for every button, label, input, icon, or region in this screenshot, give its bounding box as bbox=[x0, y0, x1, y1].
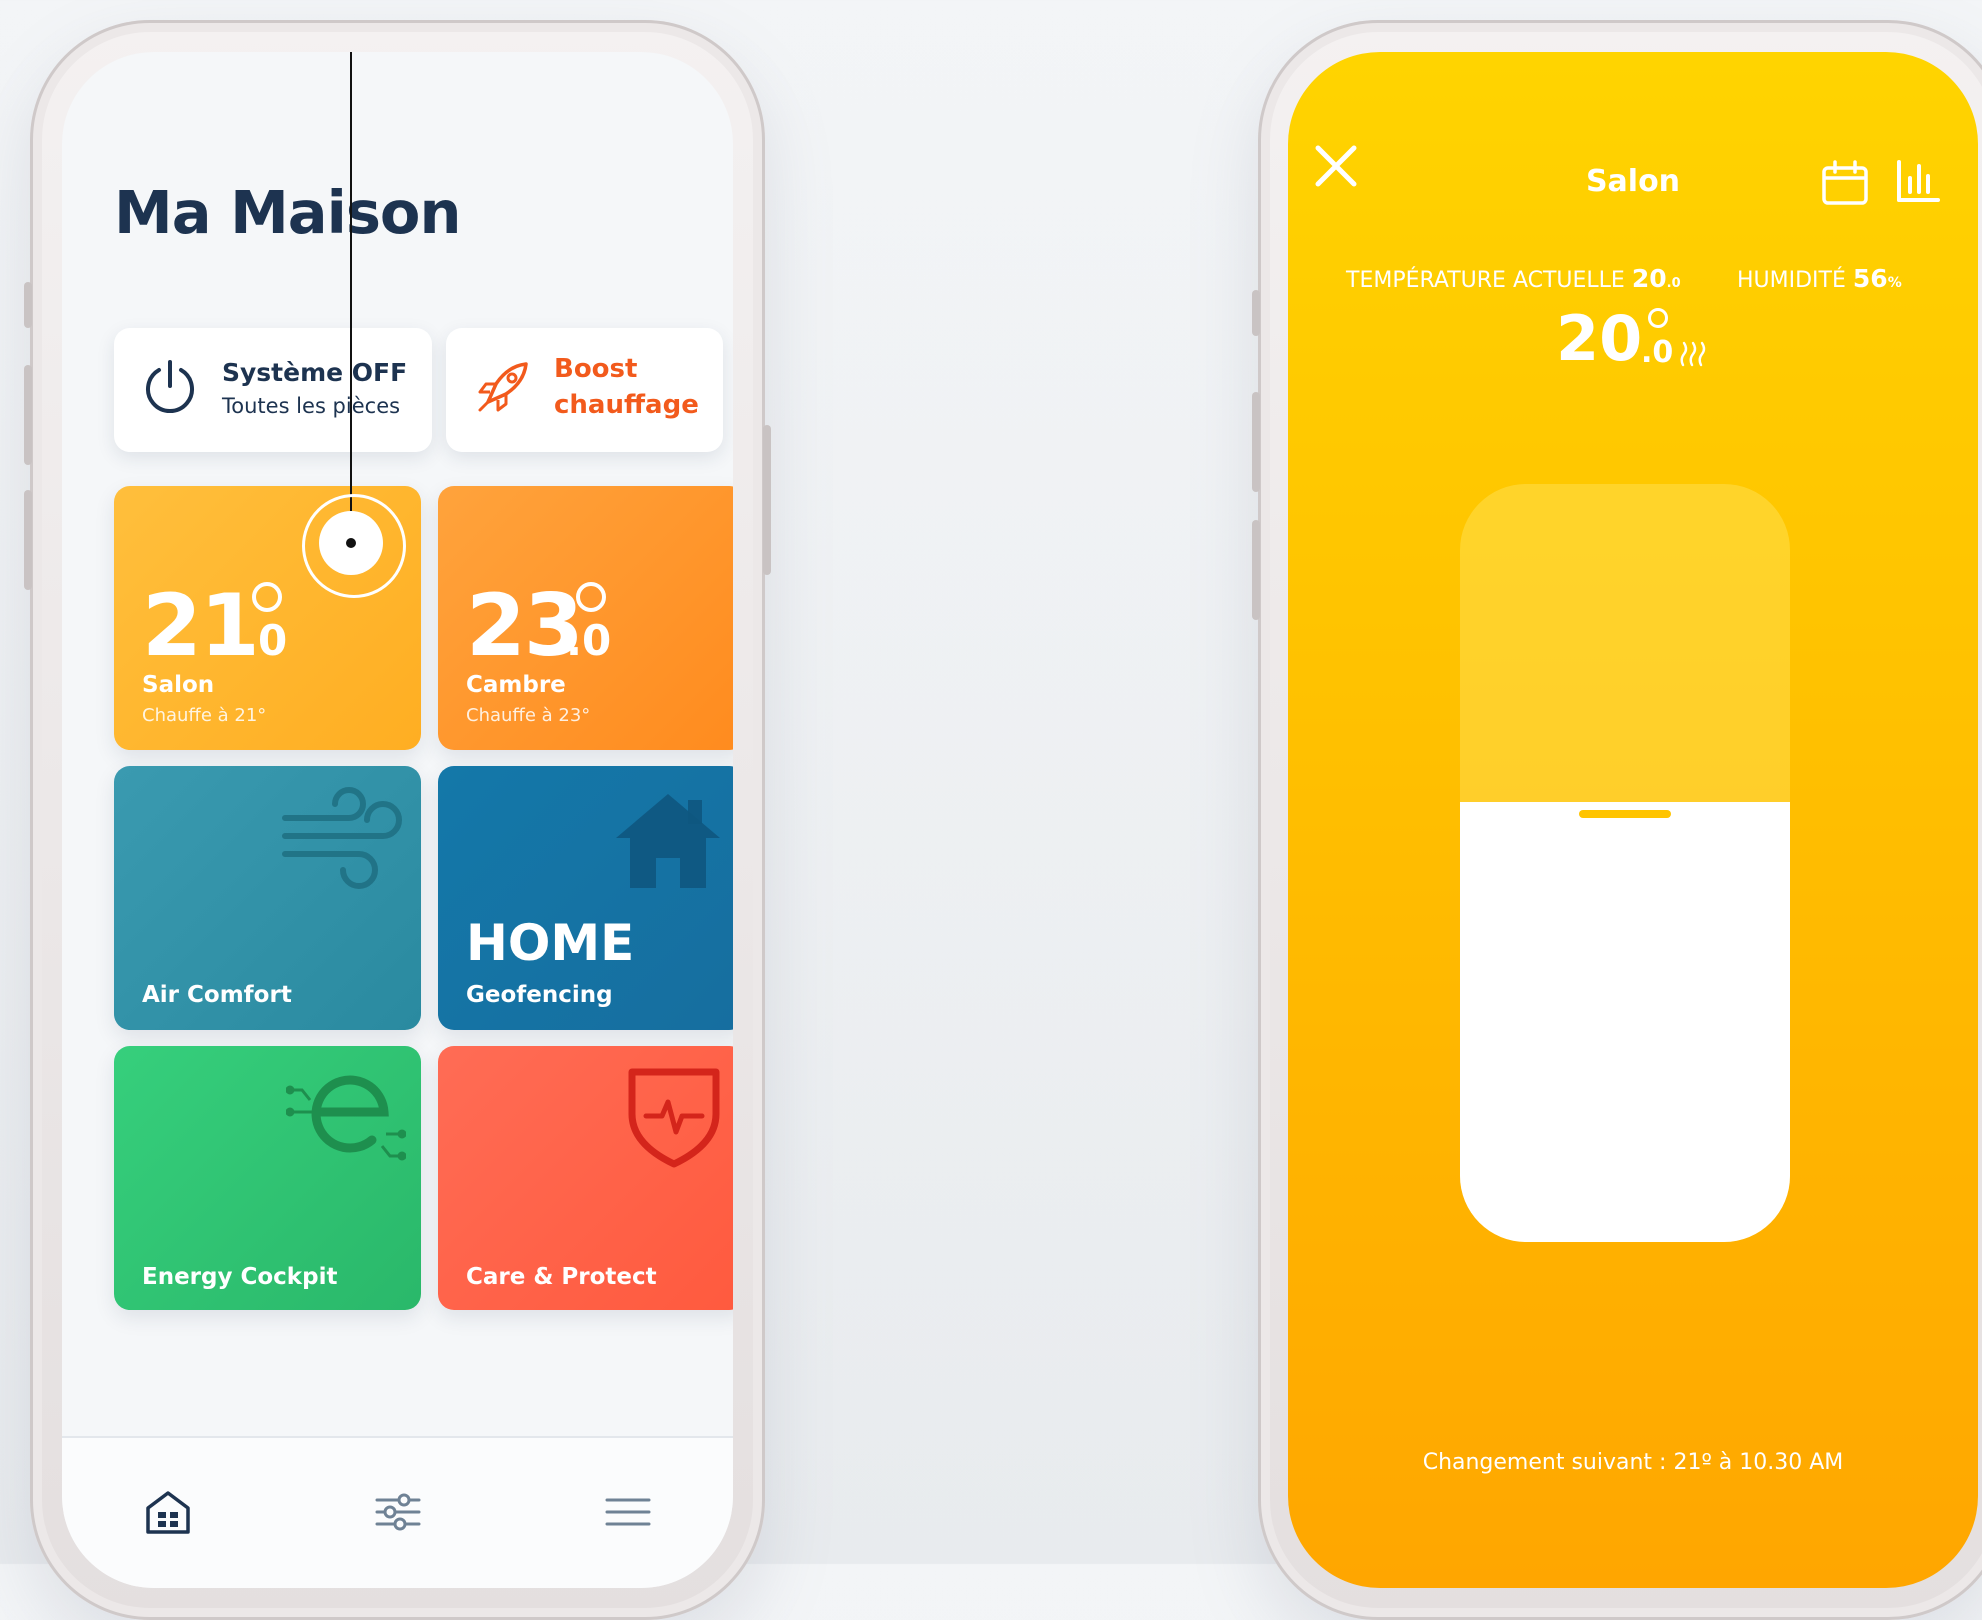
heating-icon bbox=[1680, 341, 1706, 367]
volume-up-button bbox=[1252, 392, 1260, 492]
air-comfort-tile[interactable]: Air Comfort bbox=[114, 766, 421, 1030]
current-temperature-value: 20 bbox=[1631, 264, 1667, 293]
calendar-icon[interactable] bbox=[1821, 160, 1869, 206]
system-subtitle: Toutes les pièces bbox=[222, 394, 401, 418]
slider-handle[interactable] bbox=[1579, 810, 1671, 818]
feature-name: Air Comfort bbox=[142, 982, 292, 1008]
room-temperature-decimal: .0 bbox=[566, 616, 612, 665]
mute-switch bbox=[1252, 290, 1260, 336]
room-detail-screen: Salon TEMPÉRATURE ACTUELLE 20.0 HUMIDITÉ… bbox=[1288, 52, 1978, 1588]
power-icon bbox=[146, 360, 194, 414]
room-status: Chauffe à 23° bbox=[466, 705, 591, 726]
slider-fill bbox=[1460, 802, 1790, 1242]
feature-name: Geofencing bbox=[466, 982, 613, 1008]
home-screen: Ma Maison Système OFF Toutes les pièces … bbox=[62, 52, 733, 1588]
mute-switch bbox=[24, 282, 32, 328]
energy-cockpit-tile[interactable]: Energy Cockpit bbox=[114, 1046, 421, 1310]
room-title: Salon bbox=[1585, 164, 1681, 199]
setpoint-temperature: 20 bbox=[1556, 302, 1643, 375]
system-off-button[interactable]: Système OFF Toutes les pièces bbox=[114, 328, 432, 452]
house-icon bbox=[616, 794, 720, 888]
humidity-value: 56 bbox=[1852, 264, 1888, 293]
energy-e-icon bbox=[286, 1075, 406, 1161]
room-tile-cambre[interactable]: 23 .0 Cambre Chauffe à 23° bbox=[438, 486, 733, 750]
rocket-icon bbox=[478, 362, 528, 412]
home-grid-icon[interactable] bbox=[144, 1488, 192, 1536]
tab-bar bbox=[62, 1436, 733, 1588]
degree-symbol bbox=[1648, 308, 1668, 328]
feature-name: Care & Protect bbox=[466, 1264, 657, 1290]
geofencing-state: HOME bbox=[466, 914, 635, 972]
feature-name: Energy Cockpit bbox=[142, 1264, 338, 1290]
room-name: Salon bbox=[142, 672, 215, 698]
volume-down-button bbox=[1252, 520, 1260, 620]
room-temperature: 23 bbox=[466, 576, 584, 676]
care-protect-tile[interactable]: Care & Protect bbox=[438, 1046, 733, 1310]
geofencing-tile[interactable]: HOME Geofencing bbox=[438, 766, 733, 1030]
system-title: Système OFF bbox=[222, 358, 408, 387]
phone-room-detail: Salon TEMPÉRATURE ACTUELLE 20.0 HUMIDITÉ… bbox=[1252, 20, 1982, 1620]
power-side-button bbox=[763, 425, 771, 575]
room-temperature-decimal: .0 bbox=[242, 616, 288, 665]
current-temperature-label: TEMPÉRATURE ACTUELLE bbox=[1346, 268, 1625, 293]
current-temperature-decimal: .0 bbox=[1666, 276, 1681, 291]
degree-symbol bbox=[252, 582, 282, 612]
room-status: Chauffe à 21° bbox=[142, 705, 267, 726]
setpoint-decimal: .0 bbox=[1641, 335, 1674, 370]
boost-heating-button[interactable]: Boost chauffage bbox=[446, 328, 723, 452]
sliders-icon[interactable] bbox=[374, 1488, 422, 1536]
next-schedule-change: Changement suivant : 21º à 10.30 AM bbox=[1422, 1450, 1844, 1475]
volume-up-button bbox=[24, 365, 32, 465]
humidity: HUMIDITÉ 56% bbox=[1737, 264, 1902, 293]
temperature-slider[interactable] bbox=[1460, 484, 1790, 1242]
shield-pulse-icon bbox=[628, 1068, 720, 1168]
phone-home: Ma Maison Système OFF Toutes les pièces … bbox=[24, 20, 771, 1620]
current-temperature: TEMPÉRATURE ACTUELLE 20.0 bbox=[1346, 264, 1681, 293]
wind-icon bbox=[282, 787, 402, 889]
page-title: Ma Maison bbox=[114, 178, 461, 247]
room-temperature: 21 bbox=[142, 576, 260, 676]
bar-chart-icon[interactable] bbox=[1896, 158, 1940, 204]
volume-down-button bbox=[24, 490, 32, 590]
humidity-label: HUMIDITÉ bbox=[1737, 268, 1846, 293]
tap-pointer-line bbox=[350, 52, 352, 544]
humidity-unit: % bbox=[1887, 275, 1902, 291]
boost-label-line1: Boost bbox=[554, 354, 638, 384]
room-name: Cambre bbox=[466, 672, 566, 698]
tap-indicator-center bbox=[346, 538, 356, 548]
boost-label-line2: chauffage bbox=[554, 390, 699, 420]
menu-icon[interactable] bbox=[604, 1488, 652, 1536]
degree-symbol bbox=[576, 582, 606, 612]
